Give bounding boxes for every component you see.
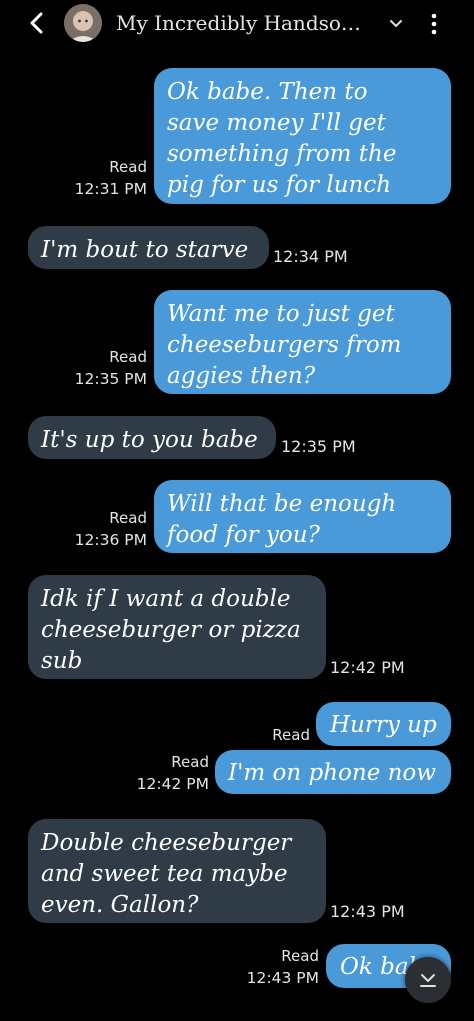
more-vertical-icon [431, 13, 437, 35]
message-time: 12:43 PM [330, 902, 405, 921]
chevron-down-icon [390, 20, 402, 27]
received-message-bubble[interactable]: It's up to you babe [28, 416, 276, 459]
sent-message-bubble[interactable]: Will that be enough food for you? [154, 480, 451, 553]
read-receipt: Read [281, 947, 319, 965]
contact-details-button[interactable] [383, 12, 409, 36]
contact-avatar[interactable] [64, 4, 102, 42]
sent-message-bubble[interactable]: Ok babe. Then to save money I'll get som… [154, 68, 451, 204]
message-time: 12:36 PM [74, 531, 147, 549]
sent-message-bubble[interactable]: Want me to just get cheeseburgers from a… [154, 290, 451, 394]
more-options-button[interactable] [420, 9, 448, 39]
read-receipt: Read [109, 348, 147, 366]
read-receipt: Read [272, 726, 310, 744]
avatar-image [64, 4, 102, 42]
message-time: 12:42 PM [330, 658, 405, 677]
message-time: 12:42 PM [136, 775, 209, 793]
received-message-bubble[interactable]: Double cheeseburger and sweet tea maybe … [28, 819, 326, 923]
message-time: 12:35 PM [281, 437, 356, 456]
back-button[interactable] [22, 8, 52, 38]
message-meta: Read 12:31 PM [75, 156, 147, 200]
scroll-to-bottom-button[interactable] [405, 957, 451, 1003]
message-meta: Read 12:36 PM [75, 507, 147, 551]
sent-message-bubble[interactable]: Hurry up [316, 702, 451, 746]
message-meta: Read 12:35 PM [75, 346, 147, 390]
conversation-header: My Incredibly Handso… [0, 0, 474, 48]
message-meta: Read [272, 724, 310, 746]
sent-message-bubble[interactable]: I'm on phone now [215, 750, 451, 794]
read-receipt: Read [109, 509, 147, 527]
message-meta: Read 12:42 PM [137, 751, 209, 795]
message-meta: Read 12:43 PM [247, 945, 319, 989]
back-arrow-icon [30, 12, 43, 34]
read-receipt: Read [171, 753, 209, 771]
read-receipt: Read [109, 158, 147, 176]
contact-name[interactable]: My Incredibly Handso… [116, 10, 362, 36]
message-time: 12:43 PM [246, 969, 319, 987]
scroll-down-icon [420, 974, 436, 987]
received-message-bubble[interactable]: Idk if I want a double cheeseburger or p… [28, 575, 326, 679]
received-message-bubble[interactable]: I'm bout to starve [28, 226, 269, 269]
message-time: 12:31 PM [74, 180, 147, 198]
message-time: 12:34 PM [273, 247, 348, 266]
message-time: 12:35 PM [74, 370, 147, 388]
